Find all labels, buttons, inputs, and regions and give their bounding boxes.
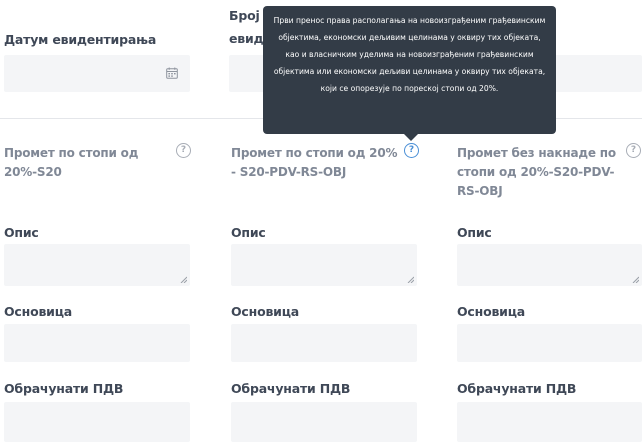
resize-grip-icon[interactable]: [632, 276, 639, 283]
column-2-heading-line2: - S20-PDV-RS-OBJ: [231, 165, 347, 179]
column-1-description-textarea[interactable]: [4, 244, 190, 286]
column-2-vat-input[interactable]: [231, 402, 417, 442]
column-3-description-textarea[interactable]: [457, 244, 642, 286]
resize-grip-icon[interactable]: [180, 276, 187, 283]
column-2-heading: Промет по стопи од 20% - S20-PDV-RS-OBJ: [231, 144, 397, 182]
column-2-heading-line1: Промет по стопи од 20%: [231, 146, 398, 160]
column-1-base-label: Основица: [4, 304, 73, 319]
help-icon[interactable]: ?: [176, 143, 191, 158]
column-2-description-textarea[interactable]: [231, 244, 417, 286]
column-3-vat-input[interactable]: [457, 402, 642, 442]
column-1-base-input[interactable]: [4, 324, 190, 362]
column-2-base-label: Основица: [231, 304, 300, 319]
column-3-heading: Промет без накнаде по стопи од 20%-S20-P…: [457, 144, 616, 201]
column-3-heading-line1: Промет без накнаде по: [457, 146, 616, 160]
column-1-description-label: Опис: [4, 225, 39, 240]
column-3-base-label: Основица: [457, 304, 526, 319]
column-3-vat-label: Обрачунати ПДВ: [457, 381, 577, 396]
column-1-vat-label: Обрачунати ПДВ: [4, 381, 124, 396]
help-icon[interactable]: ?: [626, 143, 641, 158]
date-input[interactable]: [4, 55, 190, 92]
column-3-heading-line2: стопи од 20%-S20-PDV-: [457, 165, 615, 179]
tooltip: Први пренос права располагања на новоизг…: [263, 6, 556, 134]
column-2-description-label: Опис: [231, 225, 266, 240]
date-label: Датум евидентирања: [4, 32, 157, 47]
column-1-heading: Промет по стопи од 20%-S20: [4, 144, 138, 182]
column-2-vat-label: Обрачунати ПДВ: [231, 381, 351, 396]
column-3-heading-line3: RS-OBJ: [457, 184, 503, 198]
column-3-base-input[interactable]: [457, 324, 642, 362]
column-1-vat-input[interactable]: [4, 402, 190, 442]
help-icon-active[interactable]: ?: [404, 143, 419, 158]
column-2-base-input[interactable]: [231, 324, 417, 362]
column-1-heading-line2: 20%-S20: [4, 165, 62, 179]
tooltip-arrow: [404, 134, 418, 141]
calendar-icon[interactable]: [166, 67, 178, 79]
column-1-heading-line1: Промет по стопи од: [4, 146, 139, 160]
column-3-description-label: Опис: [457, 225, 492, 240]
number-label-line2: евид: [229, 31, 264, 46]
resize-grip-icon[interactable]: [407, 276, 414, 283]
